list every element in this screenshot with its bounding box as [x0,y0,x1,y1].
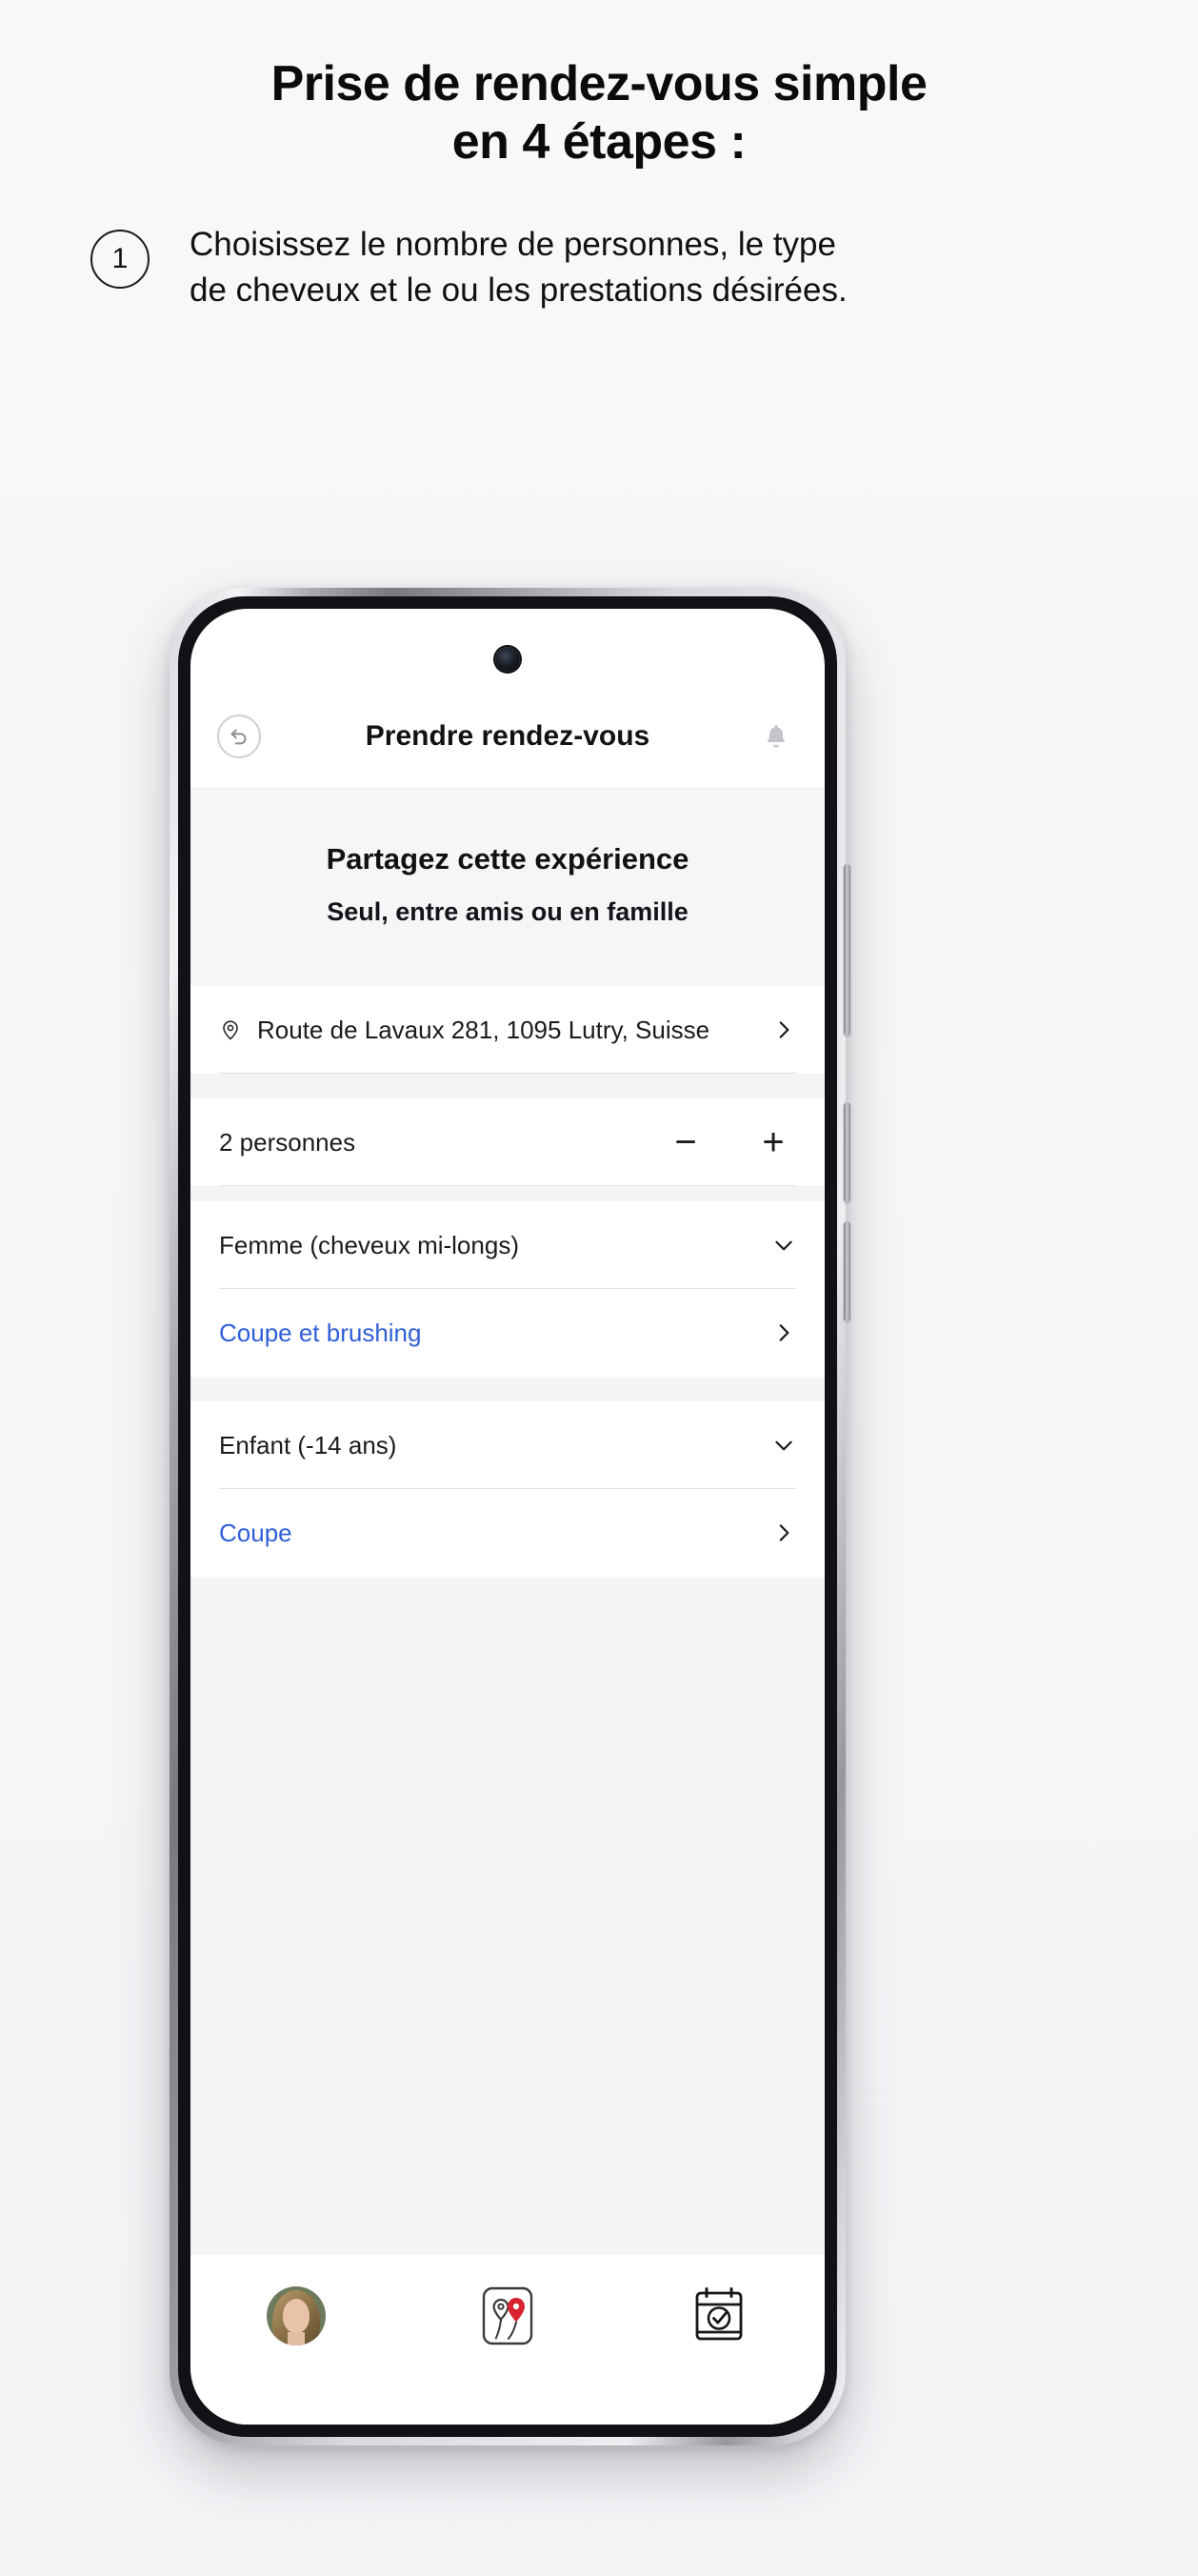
people-count-row: 2 personnes − + [190,1098,825,1186]
guest-1-hair-type-label: Femme (cheveux mi-longs) [219,1230,519,1259]
row-divider [219,1185,796,1186]
phone-volume-down-button[interactable] [844,1102,850,1202]
step-block: 1 Choisissez le nombre de personnes, le … [0,172,1198,313]
notifications-button[interactable] [754,714,798,758]
salon-address-text: Route de Lavaux 281, 1095 Lutry, Suisse [257,1015,710,1044]
headline-line-2: en 4 étapes : [451,114,747,171]
step-description: Choisissez le nombre de personnes, le ty… [190,225,848,309]
phone-volume-up-button[interactable] [844,864,850,1036]
nav-appointments-button[interactable] [657,2279,781,2353]
share-title: Partagez cette expérience [326,842,689,875]
phone-power-button[interactable] [844,1221,850,1321]
calendar-check-icon [695,2287,743,2341]
increment-people-button[interactable]: + [756,1123,790,1161]
step-number-badge: 1 [90,229,150,289]
guest-2-hair-type-row[interactable]: Enfant (-14 ans) [190,1401,825,1489]
guest-2-hair-type-label: Enfant (-14 ans) [219,1430,397,1459]
people-count-label: 2 personnes [219,1127,356,1157]
guest-2-service-label: Coupe [219,1518,292,1547]
decrement-people-button[interactable]: − [669,1123,703,1161]
guest-2-service-row[interactable]: Coupe [190,1489,825,1577]
phone-mockup: Prendre rendez-vous Partagez cette expér… [170,588,850,2445]
front-camera-icon [495,647,520,672]
page-title: Prise de rendez-vous simple en 4 étapes … [0,0,1198,172]
chevron-down-icon [771,1433,796,1458]
nav-profile-button[interactable] [234,2279,358,2353]
headline-line-1: Prise de rendez-vous simple [270,56,928,111]
chevron-right-icon [771,1017,796,1042]
chevron-down-icon [771,1233,796,1258]
salon-address-label-wrap: Route de Lavaux 281, 1095 Lutry, Suisse [219,1016,771,1045]
map-pins-card-icon [482,2286,533,2345]
app-screen-title: Prendre rendez-vous [365,720,650,752]
row-divider [219,1073,796,1074]
salon-address-row[interactable]: Route de Lavaux 281, 1095 Lutry, Suisse [190,986,825,1074]
chevron-right-icon [771,1320,796,1345]
share-experience-block: Partagez cette expérience Seul, entre am… [190,788,825,986]
bottom-navigation [190,2253,825,2425]
nav-salons-button[interactable] [446,2279,569,2353]
chevron-right-icon [771,1520,796,1545]
phone-screen: Prendre rendez-vous Partagez cette expér… [190,609,825,2425]
bell-icon [767,725,786,748]
section-gap [190,1377,825,1401]
location-pin-icon [219,1018,242,1041]
section-gap [190,1186,825,1201]
guest-1-hair-type-row[interactable]: Femme (cheveux mi-longs) [190,1201,825,1289]
guest-1-service-row[interactable]: Coupe et brushing [190,1289,825,1377]
app-header: Prendre rendez-vous [190,685,825,788]
people-stepper: − + [669,1123,796,1161]
guest-1-service-label: Coupe et brushing [219,1318,422,1347]
back-button[interactable] [217,714,261,758]
user-avatar-icon [267,2286,326,2345]
content-filler [190,1577,825,2253]
share-subtitle: Seul, entre amis ou en famille [327,897,689,926]
section-gap [190,1074,825,1098]
back-arrow-icon [230,729,247,745]
promo-page: Prise de rendez-vous simple en 4 étapes … [0,0,1198,2576]
